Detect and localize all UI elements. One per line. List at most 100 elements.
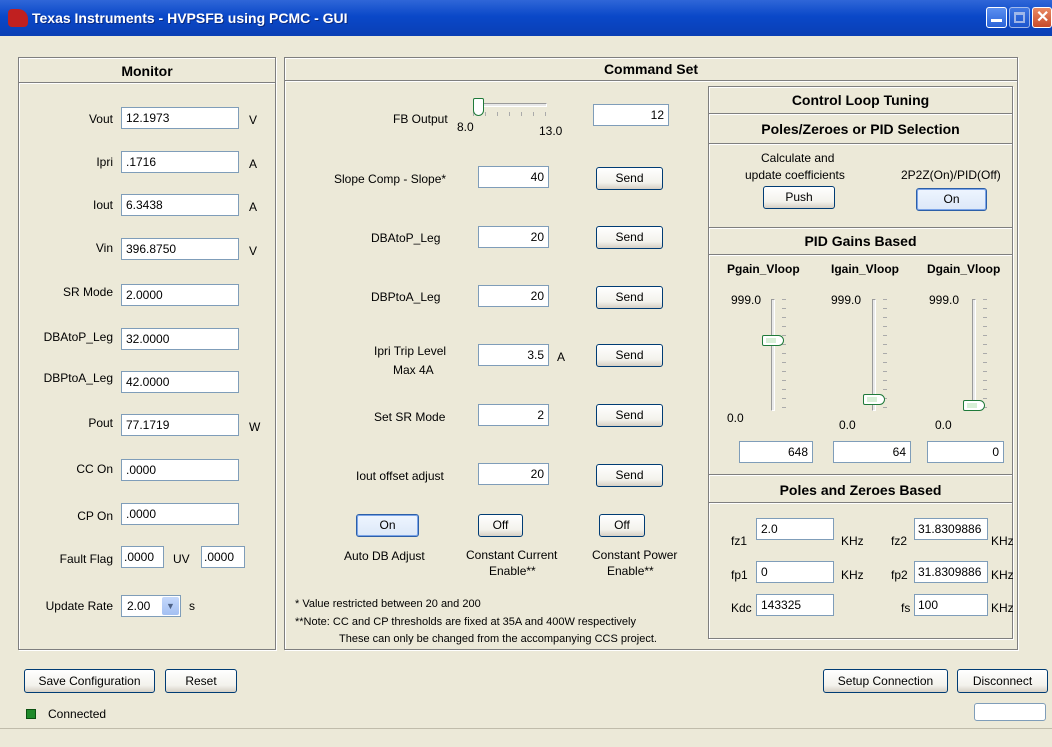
fp2-field[interactable]: 31.8309886 bbox=[914, 561, 988, 583]
minimize-button[interactable] bbox=[986, 7, 1007, 28]
monitor-label-cp-on: CP On bbox=[77, 509, 113, 523]
connection-status: Connected bbox=[48, 707, 107, 721]
uv-label: UV bbox=[173, 552, 190, 566]
mode-toggle-button[interactable]: On bbox=[916, 188, 987, 211]
divider bbox=[709, 254, 1012, 256]
igain-slider[interactable] bbox=[863, 299, 887, 411]
dgain-field[interactable]: 0 bbox=[927, 441, 1004, 463]
slider-track bbox=[771, 299, 775, 411]
pgain-slider[interactable] bbox=[762, 299, 786, 411]
fs-field[interactable]: 100 bbox=[914, 594, 988, 616]
constant-current-label-2: Enable** bbox=[489, 564, 536, 578]
fs-label: fs bbox=[901, 601, 911, 615]
setup-connection-button[interactable]: Setup Connection bbox=[823, 669, 948, 693]
monitor-label-vin: Vin bbox=[95, 241, 113, 255]
set-sr-mode-field[interactable]: 2 bbox=[478, 404, 549, 426]
set-sr-mode-label: Set SR Mode bbox=[374, 410, 446, 424]
igain-slider-thumb[interactable] bbox=[863, 394, 885, 405]
slope-comp-field[interactable]: 40 bbox=[478, 166, 549, 188]
auto-db-adjust-button[interactable]: On bbox=[356, 514, 419, 537]
mode-label: 2P2Z(On)/PID(Off) bbox=[901, 168, 1001, 182]
connected-led-icon bbox=[26, 709, 36, 719]
control-loop-panel: Control Loop Tuning Poles/Zeroes or PID … bbox=[708, 86, 1014, 639]
slider-ticks bbox=[883, 299, 887, 411]
monitor-iout-field[interactable]: 6.3438 bbox=[121, 194, 239, 216]
uv-field[interactable]: .0000 bbox=[201, 546, 245, 568]
constant-power-button[interactable]: Off bbox=[599, 514, 645, 537]
save-configuration-button[interactable]: Save Configuration bbox=[24, 669, 155, 693]
update-rate-select[interactable]: 2.00 ▼ bbox=[121, 595, 181, 617]
slope-comp-send-button[interactable]: Send bbox=[596, 167, 663, 190]
unit-label: A bbox=[249, 200, 258, 214]
fp1-field[interactable]: 0 bbox=[756, 561, 834, 583]
close-button[interactable]: ✕ bbox=[1032, 7, 1052, 28]
constant-power-label: Constant Power bbox=[592, 548, 678, 562]
monitor-pout-field[interactable]: 77.1719 bbox=[121, 414, 239, 436]
dgain-slider[interactable] bbox=[963, 299, 987, 411]
fz2-label: fz2 bbox=[891, 534, 908, 548]
igain-field[interactable]: 64 bbox=[833, 441, 911, 463]
divider bbox=[709, 143, 1012, 145]
ipri-trip-max-label: Max 4A bbox=[393, 363, 434, 377]
unit-label: A bbox=[249, 157, 258, 171]
window-title: Texas Instruments - HVPSFB using PCMC - … bbox=[32, 10, 348, 26]
fault-flag-field[interactable]: .0000 bbox=[121, 546, 164, 568]
dbptoa-leg-field[interactable]: 20 bbox=[478, 285, 549, 307]
chevron-down-icon[interactable]: ▼ bbox=[162, 597, 179, 615]
maximize-icon bbox=[1014, 12, 1025, 23]
slider-ticks bbox=[473, 112, 547, 116]
monitor-sr-mode-field[interactable]: 2.0000 bbox=[121, 284, 239, 306]
iout-offset-send-button[interactable]: Send bbox=[596, 464, 663, 487]
pgain-field[interactable]: 648 bbox=[739, 441, 813, 463]
divider bbox=[19, 82, 275, 84]
selection-title: Poles/Zeroes or PID Selection bbox=[761, 121, 960, 137]
ipri-trip-field[interactable]: 3.5 bbox=[478, 344, 549, 366]
monitor-ipri-field[interactable]: .1716 bbox=[121, 151, 239, 173]
dbatop-leg-send-button[interactable]: Send bbox=[596, 226, 663, 249]
constant-power-label-2: Enable** bbox=[607, 564, 654, 578]
fz1-field[interactable]: 2.0 bbox=[756, 518, 834, 540]
fb-output-slider[interactable] bbox=[473, 98, 547, 118]
disconnect-button[interactable]: Disconnect bbox=[957, 669, 1048, 693]
monitor-vin-field[interactable]: 396.8750 bbox=[121, 238, 239, 260]
update-rate-value: 2.00 bbox=[127, 599, 151, 613]
igain-min: 0.0 bbox=[839, 418, 856, 432]
dbatop-leg-label: DBAtoP_Leg bbox=[371, 231, 441, 245]
note-3: These can only be changed from the accom… bbox=[339, 633, 657, 645]
monitor-label-dbatop: DBAtoP_Leg bbox=[43, 330, 113, 344]
fb-output-slider-thumb[interactable] bbox=[473, 98, 484, 116]
dbptoa-leg-send-button[interactable]: Send bbox=[596, 286, 663, 309]
monitor-label-iout: Iout bbox=[92, 198, 113, 212]
pgain-max: 999.0 bbox=[731, 293, 762, 307]
ipri-trip-send-button[interactable]: Send bbox=[596, 344, 663, 367]
constant-current-label: Constant Current bbox=[466, 548, 558, 562]
ipri-trip-unit: A bbox=[557, 350, 566, 364]
dbatop-leg-field[interactable]: 20 bbox=[478, 226, 549, 248]
dgain-max: 999.0 bbox=[929, 293, 960, 307]
monitor-label-sr-mode: SR Mode bbox=[62, 285, 113, 299]
pgain-slider-thumb[interactable] bbox=[762, 335, 784, 346]
reset-button[interactable]: Reset bbox=[165, 669, 237, 693]
iout-offset-field[interactable]: 20 bbox=[478, 463, 549, 485]
fs-unit: KHz bbox=[991, 601, 1014, 615]
close-icon: ✕ bbox=[1036, 9, 1050, 26]
maximize-button[interactable] bbox=[1009, 7, 1030, 28]
set-sr-mode-send-button[interactable]: Send bbox=[596, 404, 663, 427]
monitor-vout-field[interactable]: 12.1973 bbox=[121, 107, 239, 129]
constant-current-button[interactable]: Off bbox=[478, 514, 523, 537]
fb-output-field[interactable]: 12 bbox=[593, 104, 669, 126]
fp1-label: fp1 bbox=[731, 568, 748, 582]
dgain-slider-thumb[interactable] bbox=[963, 400, 985, 411]
fz2-field[interactable]: 31.8309886 bbox=[914, 518, 988, 540]
kdc-field[interactable]: 143325 bbox=[756, 594, 834, 616]
title-bar[interactable]: Texas Instruments - HVPSFB using PCMC - … bbox=[0, 0, 1052, 36]
monitor-cc-on-field[interactable]: .0000 bbox=[121, 459, 239, 481]
fz2-unit: KHz bbox=[991, 534, 1014, 548]
monitor-dbptoa-field[interactable]: 42.0000 bbox=[121, 371, 239, 393]
monitor-cp-on-field[interactable]: .0000 bbox=[121, 503, 239, 525]
calc-label-1: Calculate and bbox=[761, 151, 835, 165]
push-button[interactable]: Push bbox=[763, 186, 835, 209]
control-loop-title: Control Loop Tuning bbox=[791, 92, 930, 108]
monitor-dbatop-field[interactable]: 32.0000 bbox=[121, 328, 239, 350]
divider bbox=[709, 502, 1012, 504]
